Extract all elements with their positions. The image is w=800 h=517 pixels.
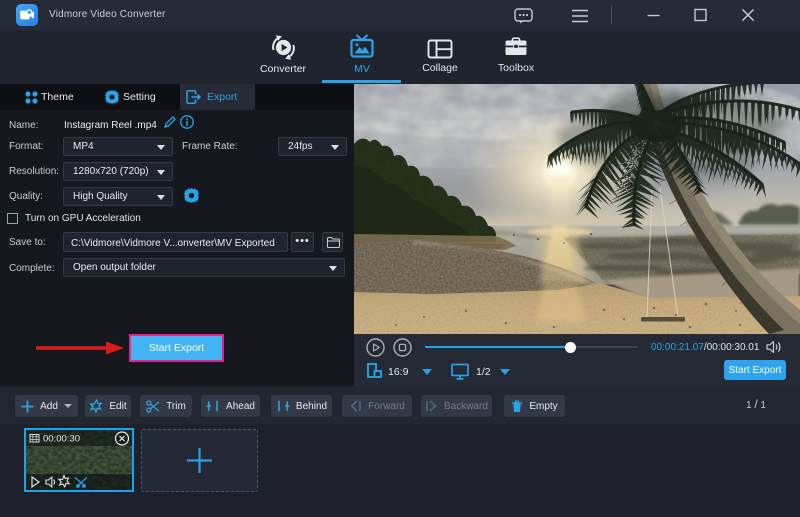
svg-text:00:00:30: 00:00:30 [43, 434, 80, 445]
